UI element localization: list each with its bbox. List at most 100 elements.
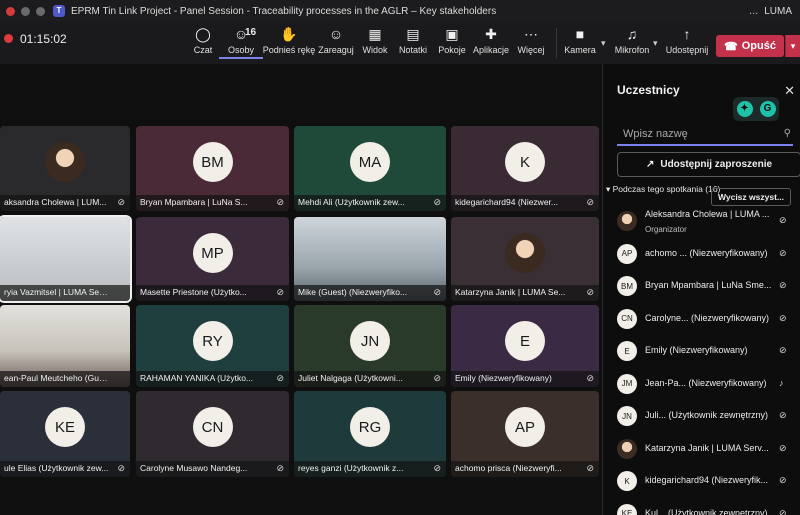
participant-avatar	[505, 233, 545, 273]
rooms-button[interactable]: ▣ Pokoje	[430, 24, 474, 55]
participant-tile-name: reyes ganzi (Użytkownik z...	[298, 463, 404, 473]
bulb-icon[interactable]: ✦	[736, 101, 753, 117]
mute-all-button[interactable]: Wycisz wszyst...	[711, 188, 791, 206]
muted-mic-icon: ⊘	[117, 197, 125, 207]
apps-icon: ✚	[485, 26, 497, 42]
muted-mic-icon: ⊘	[586, 463, 594, 473]
participant-tile[interactable]: AP achomo prisca (Niezweryfi... ⊘	[451, 391, 599, 477]
organization-label[interactable]: LUMA	[764, 6, 792, 17]
notes-button[interactable]: ▤ Notatki	[391, 24, 435, 55]
teams-logo-icon: T	[53, 5, 65, 17]
muted-mic-icon: ⊘	[433, 463, 441, 473]
meeting-timer: 01:15:02	[20, 32, 67, 46]
participant-list-item[interactable]: JN Juli... (Użytkownik zewnętrzny) ⊘	[615, 402, 800, 432]
muted-mic-icon: ⊘	[433, 373, 441, 383]
participant-name: Juli... (Użytkownik zewnętrzny)	[645, 410, 769, 420]
participant-avatar: RY	[192, 321, 233, 361]
participant-name: Jean-Pa... (Niezweryfikowany)	[645, 377, 767, 388]
recording-indicator-icon	[4, 34, 13, 43]
leave-meeting-button[interactable]: ☎ Opuść	[716, 35, 784, 57]
participant-tile[interactable]: Mike (Guest) (Niezweryfiko... ⊘	[294, 217, 446, 301]
camera-options-chevron-icon[interactable]: ▾	[601, 38, 606, 49]
muted-mic-icon[interactable]: ⊘	[779, 410, 787, 421]
participant-list-item[interactable]: Katarzyna Janik | LUMA Serv... ⊘	[615, 435, 800, 465]
participant-grid: aksandra Cholewa | LUM... ⊘ BM Bryan Mpamba…	[0, 64, 602, 515]
participant-avatar: KE	[617, 503, 637, 515]
participant-tile[interactable]: KE ule Elias (Użytkownik zew... ⊘	[0, 391, 130, 477]
window-zoom-dot[interactable]	[36, 6, 45, 16]
participant-tile[interactable]: RG reyes ganzi (Użytkownik z... ⊘	[294, 391, 446, 477]
people-button[interactable]: ☺ Osoby	[219, 24, 263, 59]
participant-tile[interactable]: JN Juliet Nalgaga (Użytkowni... ⊘	[294, 305, 446, 387]
participant-list-item[interactable]: CN Carolyne... (Niezweryfikowany) ⊘	[615, 305, 800, 335]
participant-list-item[interactable]: E Emily (Niezweryfikowany) ⊘	[615, 337, 800, 367]
participant-avatar: AP	[505, 407, 545, 447]
in-meeting-section-header[interactable]: ▾ Podczas tego spotkania (16)	[606, 184, 724, 195]
participant-tile[interactable]: ean-Paul Meutcheho (Guest)	[0, 305, 130, 387]
window-minimize-dot[interactable]	[21, 6, 30, 16]
mic-on-icon[interactable]: ♪	[779, 378, 784, 388]
muted-mic-icon[interactable]: ⊘	[779, 215, 787, 226]
participant-tile[interactable]: CN Carolyne Musawo Nandeg... ⊘	[136, 391, 289, 477]
participant-avatar: CN	[192, 407, 233, 447]
people-count-badge: 16	[245, 27, 257, 38]
participant-tile[interactable]: Katarzyna Janik | LUMA Se... ⊘	[451, 217, 599, 301]
raise-hand-button[interactable]: ✋ Podnieś rękę	[262, 24, 316, 55]
window-title-bar: T EPRM Tin Link Project - Panel Session …	[0, 0, 800, 22]
participant-list-item[interactable]: JM Jean-Pa... (Niezweryfikowany) ♪	[615, 370, 800, 400]
raise-hand-icon: ✋	[280, 26, 298, 42]
microphone-button[interactable]: ♫ Mikrofon	[610, 24, 654, 55]
apps-button[interactable]: ✚ Aplikacje	[469, 24, 513, 55]
window-more-icon[interactable]: ...	[749, 5, 758, 17]
muted-mic-icon: ⊘	[433, 197, 441, 207]
more-button[interactable]: ⋯ Więcej	[509, 24, 553, 55]
participant-tile[interactable]: BM Bryan Mpambara | LuNa S... ⊘	[136, 126, 289, 211]
participant-list-item[interactable]: KE Kul... (Użytkownik zewnętrzny) ⊘	[615, 500, 800, 515]
react-button[interactable]: ☺ Zareaguj	[314, 24, 358, 55]
participant-avatar	[45, 142, 85, 182]
participant-avatar: KE	[45, 407, 85, 447]
participant-name: Bryan Mpambara | LuNa Sme...	[645, 280, 772, 290]
window-close-dot[interactable]	[6, 6, 15, 16]
muted-mic-icon: ⊘	[276, 373, 284, 383]
panel-close-icon[interactable]: ✕	[784, 83, 795, 99]
participant-name: kidegarichard94 (Niezweryfik...	[645, 475, 769, 485]
muted-mic-icon[interactable]: ⊘	[779, 508, 787, 515]
toolbar-divider	[556, 28, 557, 58]
participant-search-input[interactable]: Wpisz nazwę ⚲	[617, 124, 793, 146]
more-icon: ⋯	[524, 26, 538, 42]
participant-tile[interactable]: E Emily (Niezweryfikowany) ⊘	[451, 305, 599, 387]
participant-avatar: JN	[350, 321, 390, 361]
participant-list-item[interactable]: Aleksandra Cholewa | LUMA ... Organizator…	[615, 207, 800, 237]
phone-hangup-icon: ☎	[724, 40, 738, 53]
muted-mic-icon[interactable]: ⊘	[779, 345, 787, 356]
participant-name: Carolyne... (Niezweryfikowany)	[645, 312, 770, 323]
participant-name: Aleksandra Cholewa | LUMA ...	[645, 209, 770, 219]
collapse-chevron-icon: ▾	[606, 184, 613, 194]
participant-tile-name: Masette Priestone (Użytko...	[140, 287, 247, 297]
participant-list-item[interactable]: AP achomo ... (Niezweryfikowany) ⊘	[615, 240, 800, 270]
grammar-icon[interactable]: G	[759, 101, 776, 117]
participant-avatar: AP	[617, 243, 637, 264]
participant-tile[interactable]: MA Mehdi Ali (Użytkownik zew... ⊘	[294, 126, 446, 211]
camera-button[interactable]: ■ Kamera	[558, 24, 602, 55]
react-icon: ☺	[328, 26, 344, 42]
share-invite-button[interactable]: ↗ Udostępnij zaproszenie	[617, 152, 800, 177]
participant-list-item[interactable]: BM Bryan Mpambara | LuNa Sme... ⊘	[615, 272, 800, 302]
share-screen-button[interactable]: ↑ Udostępnij	[663, 24, 711, 55]
muted-mic-icon[interactable]: ⊘	[779, 313, 787, 324]
participant-tile[interactable]: Kkidegarichard94 (Niezwer... ⊘	[451, 126, 599, 211]
participant-tile[interactable]: aksandra Cholewa | LUM... ⊘	[0, 126, 130, 211]
muted-mic-icon[interactable]: ⊘	[779, 248, 787, 259]
muted-mic-icon[interactable]: ⊘	[779, 443, 787, 454]
muted-mic-icon: ⊘	[276, 287, 284, 297]
leave-options-chevron-icon[interactable]: ▾	[785, 35, 800, 57]
muted-mic-icon[interactable]: ⊘	[779, 475, 787, 486]
muted-mic-icon[interactable]: ⊘	[779, 280, 787, 291]
participant-tile[interactable]: ryia Vazmitsel | LUMA Servi...	[0, 215, 132, 303]
participant-tile[interactable]: RY RAHAMAN YANIKA (Użytko... ⊘	[136, 305, 289, 387]
participant-list-item[interactable]: Kkidegarichard94 (Niezweryfik... ⊘	[615, 467, 800, 497]
microphone-options-chevron-icon[interactable]: ▾	[653, 38, 658, 49]
participant-tile[interactable]: MP Masette Priestone (Użytko... ⊘	[136, 217, 289, 301]
assistant-overlay[interactable]: ✦ G	[733, 97, 779, 121]
